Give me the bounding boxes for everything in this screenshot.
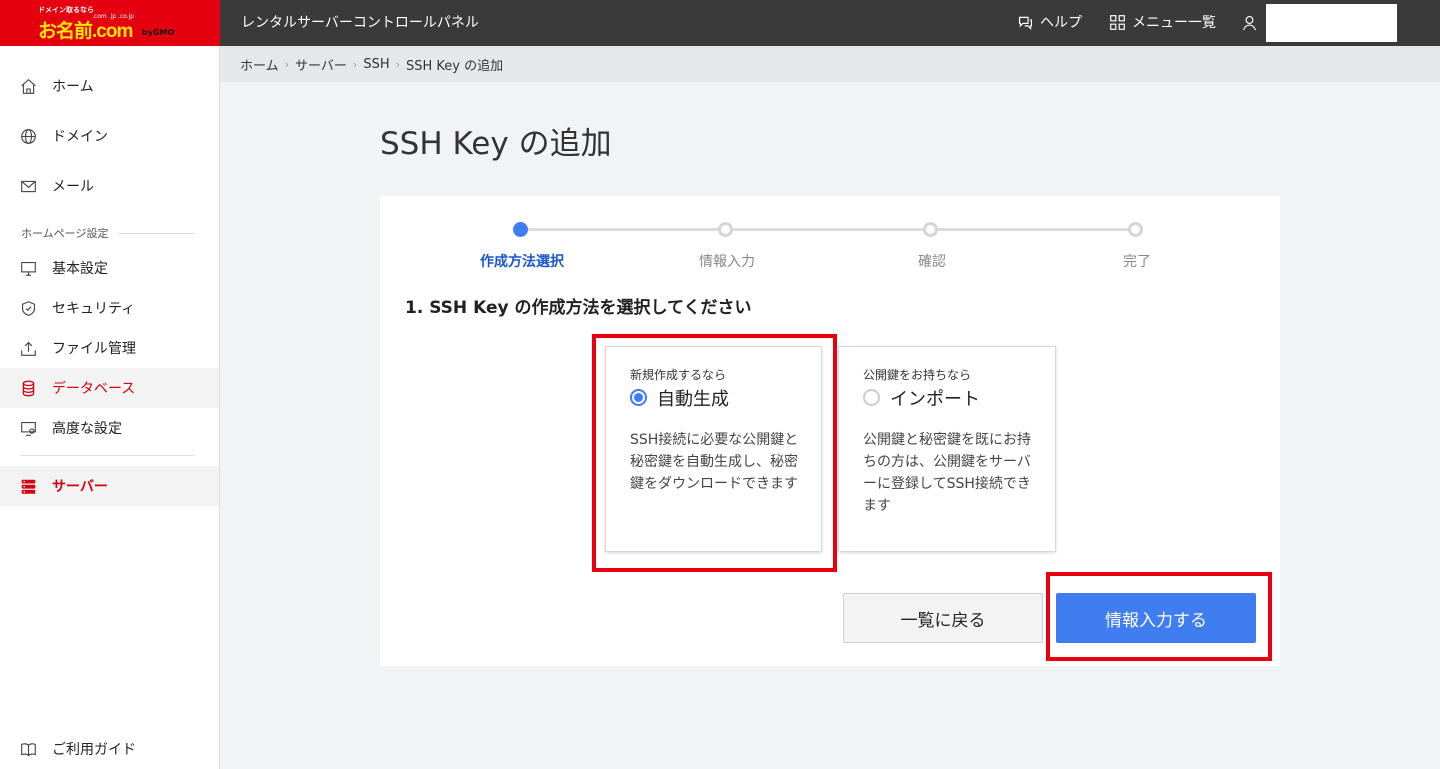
sidebar-item-label: ご利用ガイド bbox=[52, 742, 136, 758]
option-subtitle: 新規作成するなら bbox=[630, 368, 727, 382]
step-dot-1 bbox=[513, 222, 528, 237]
logo-tagline: ドメイン取るなら bbox=[38, 6, 94, 14]
chevron-right-icon: › bbox=[395, 57, 400, 71]
sidebar-item-label: サーバー bbox=[52, 479, 108, 495]
step-dot-2 bbox=[718, 222, 733, 237]
logo-gmo: byGMO bbox=[142, 28, 175, 37]
sidebar-item-label: 基本設定 bbox=[52, 261, 108, 277]
sidebar-divider bbox=[20, 455, 195, 456]
sidebar-item-user-guide[interactable]: ご利用ガイド bbox=[0, 729, 219, 769]
option-import[interactable]: 公開鍵をお持ちなら インポート 公開鍵と秘密鍵を既にお持ちの方は、公開鍵をサーバ… bbox=[838, 346, 1056, 552]
option-description: SSH接続に必要な公開鍵と秘密鍵を自動生成し、秘密鍵をダウンロードできます bbox=[630, 432, 799, 492]
user-icon[interactable] bbox=[1241, 14, 1258, 31]
sidebar-item-mail[interactable]: メール bbox=[0, 166, 219, 206]
sidebar-item-label: データベース bbox=[52, 381, 136, 397]
sidebar-item-basic-settings[interactable]: 基本設定 bbox=[0, 248, 219, 288]
menu-list-label: メニュー一覧 bbox=[1132, 15, 1216, 31]
globe-www-icon bbox=[21, 128, 36, 144]
section-question: 1. SSH Key の作成方法を選択してください bbox=[405, 298, 752, 318]
envelope-icon bbox=[21, 180, 36, 192]
sidebar-item-domain[interactable]: ドメイン bbox=[0, 116, 219, 156]
sidebar-item-label: ホーム bbox=[52, 79, 94, 95]
onamae-logo[interactable]: ドメイン取るなら .com .jp .co.jp お名前.com byGMO bbox=[0, 0, 220, 46]
sidebar-item-home[interactable]: ホーム bbox=[0, 66, 219, 106]
sidebar-item-database[interactable]: データベース bbox=[0, 368, 219, 408]
chat-bubble-icon bbox=[1018, 16, 1033, 30]
breadcrumb-ssh[interactable]: SSH bbox=[363, 57, 389, 72]
breadcrumb: ホーム › サーバー › SSH › SSH Key の追加 bbox=[220, 46, 1440, 82]
sidebar-item-label: セキュリティ bbox=[52, 301, 136, 317]
logo-brand: お名前.com bbox=[38, 21, 133, 42]
enter-info-button[interactable]: 情報入力する bbox=[1056, 593, 1256, 643]
breadcrumb-current: SSH Key の追加 bbox=[406, 58, 504, 74]
option-description: 公開鍵と秘密鍵を既にお持ちの方は、公開鍵をサーバーに登録してSSH接続できます bbox=[863, 432, 1031, 514]
step-connector bbox=[528, 228, 726, 231]
help-label: ヘルプ bbox=[1040, 15, 1082, 31]
chevron-right-icon: › bbox=[352, 57, 358, 71]
option-auto-generate[interactable]: 新規作成するなら 自動生成 SSH接続に必要な公開鍵と秘密鍵を自動生成し、秘密鍵… bbox=[605, 346, 822, 552]
sidebar-item-advanced-settings[interactable]: 高度な設定 bbox=[0, 408, 219, 448]
breadcrumb-home[interactable]: ホーム bbox=[240, 55, 279, 74]
upload-tray-icon bbox=[21, 341, 36, 356]
database-icon bbox=[22, 380, 35, 396]
monitor-gear-icon bbox=[21, 421, 36, 436]
shield-icon bbox=[21, 300, 36, 316]
sidebar-item-label: 高度な設定 bbox=[52, 421, 122, 437]
step-label-method: 作成方法選択 bbox=[480, 254, 564, 270]
monitor-icon bbox=[21, 261, 36, 276]
grid-icon bbox=[1110, 14, 1125, 30]
sidebar-item-security[interactable]: セキュリティ bbox=[0, 288, 219, 328]
option-subtitle: 公開鍵をお持ちなら bbox=[863, 368, 972, 382]
ssh-key-wizard-card: 作成方法選択 情報入力 確認 完了 1. SSH Key の作成方法を選択してく… bbox=[380, 196, 1280, 666]
help-link[interactable]: ヘルプ bbox=[1017, 12, 1082, 32]
home-icon bbox=[21, 78, 36, 94]
step-dot-4 bbox=[1128, 222, 1143, 237]
back-to-list-button[interactable]: 一覧に戻る bbox=[843, 593, 1043, 643]
sidebar-item-server[interactable]: サーバー bbox=[0, 466, 219, 506]
radio-import[interactable] bbox=[863, 389, 880, 406]
radio-auto-generate[interactable] bbox=[630, 389, 647, 406]
breadcrumb-server[interactable]: サーバー bbox=[295, 55, 347, 74]
sidebar: ホーム ドメイン メール ホームページ設定 基本設定 セキュリティ ファイル管理… bbox=[0, 46, 220, 769]
sidebar-item-file-management[interactable]: ファイル管理 bbox=[0, 328, 219, 368]
step-label-input: 情報入力 bbox=[699, 254, 755, 270]
sidebar-item-label: ドメイン bbox=[52, 129, 108, 145]
option-title: インポート bbox=[890, 389, 980, 410]
book-icon bbox=[21, 742, 36, 756]
step-dot-3 bbox=[923, 222, 938, 237]
menu-list-link[interactable]: メニュー一覧 bbox=[1109, 12, 1216, 32]
step-connector bbox=[733, 228, 931, 231]
panel-title: レンタルサーバーコントロールパネル bbox=[241, 15, 479, 31]
sidebar-section-homepage-settings: ホームページ設定 bbox=[21, 225, 195, 241]
server-icon bbox=[21, 479, 36, 494]
chevron-right-icon: › bbox=[284, 57, 290, 71]
step-label-confirm: 確認 bbox=[918, 254, 946, 270]
step-label-complete: 完了 bbox=[1123, 254, 1151, 270]
user-name-box[interactable] bbox=[1266, 4, 1397, 42]
top-bar: ドメイン取るなら .com .jp .co.jp お名前.com byGMO レ… bbox=[0, 0, 1440, 46]
page-title: SSH Key の追加 bbox=[380, 126, 612, 162]
step-connector bbox=[938, 228, 1136, 231]
sidebar-item-label: ファイル管理 bbox=[52, 341, 136, 357]
sidebar-item-label: メール bbox=[52, 179, 94, 195]
option-title: 自動生成 bbox=[657, 389, 729, 410]
